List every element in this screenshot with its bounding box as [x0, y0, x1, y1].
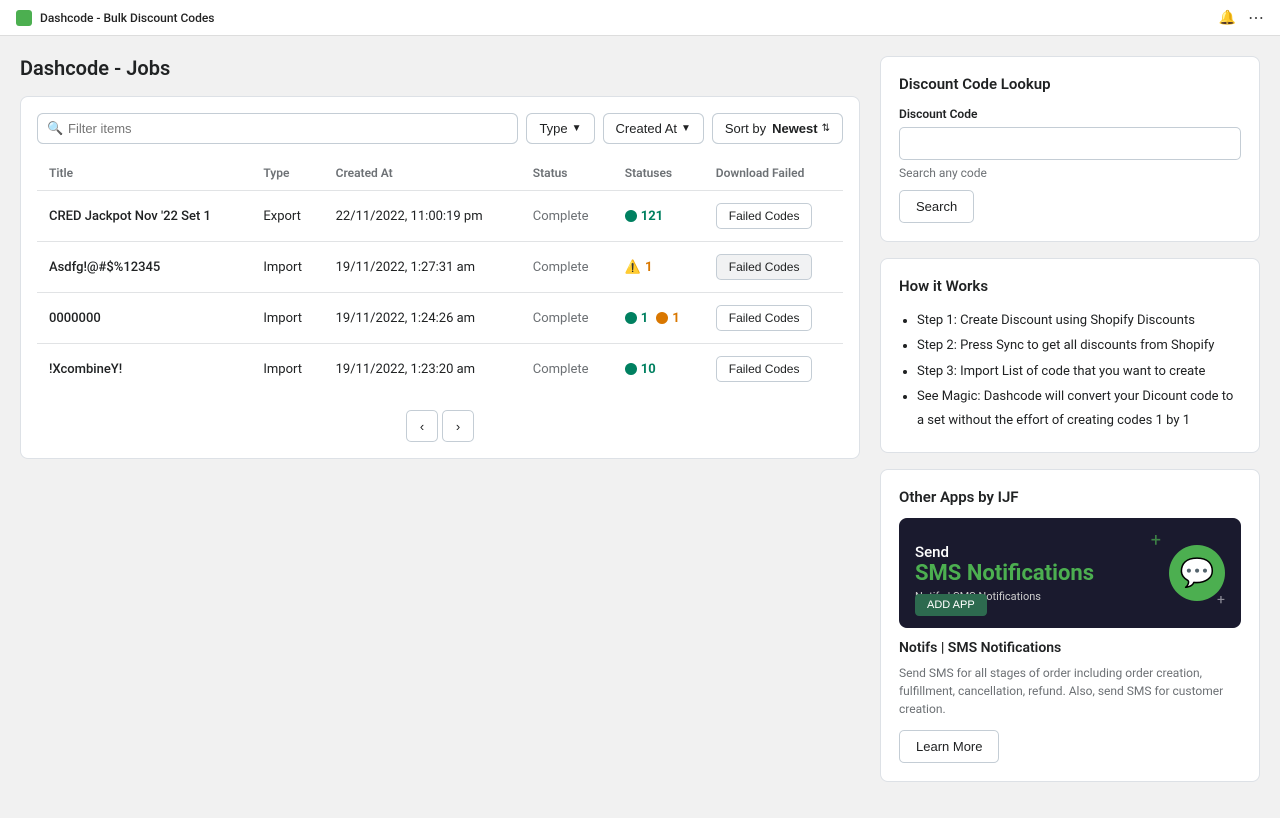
- bell-icon[interactable]: 🔔: [1219, 10, 1236, 26]
- created-at-filter-btn[interactable]: Created At ▼: [603, 113, 704, 144]
- row-statuses: 10: [613, 344, 704, 395]
- sms-banner: Send SMS Notifications Notifs | SMS Noti…: [899, 518, 1241, 628]
- sms-add-app-btn[interactable]: ADD APP: [915, 594, 987, 616]
- green-dot-icon: [625, 312, 637, 324]
- how-it-works-step: Step 1: Create Discount using Shopify Di…: [917, 309, 1241, 332]
- row-download-failed: Failed Codes: [704, 344, 843, 395]
- failed-codes-btn[interactable]: Failed Codes: [716, 356, 813, 382]
- page-wrapper: Dashcode - Jobs 🔍 Type ▼ Created At ▼ So…: [0, 36, 1280, 818]
- row-type: Import: [251, 242, 323, 293]
- how-it-works-list: Step 1: Create Discount using Shopify Di…: [899, 309, 1241, 432]
- row-type: Export: [251, 191, 323, 242]
- table-header-row: Title Type Created At Status Statuses Do…: [37, 156, 843, 191]
- row-created-at: 19/11/2022, 1:24:26 am: [324, 293, 521, 344]
- toolbar: 🔍 Type ▼ Created At ▼ Sort by Newest ⇅: [37, 113, 843, 144]
- chevron-down-icon: ▼: [572, 123, 582, 134]
- row-download-failed: Failed Codes: [704, 293, 843, 344]
- warning-icon: ⚠️: [625, 260, 641, 275]
- main-content: Dashcode - Jobs 🔍 Type ▼ Created At ▼ So…: [20, 56, 860, 798]
- row-title: 0000000: [37, 293, 251, 344]
- learn-more-btn[interactable]: Learn More: [899, 730, 999, 763]
- table-row: !XcombineY!Import19/11/2022, 1:23:20 amC…: [37, 344, 843, 395]
- jobs-card: 🔍 Type ▼ Created At ▼ Sort by Newest ⇅: [20, 96, 860, 459]
- col-statuses: Statuses: [613, 156, 704, 191]
- discount-code-input[interactable]: [899, 127, 1241, 160]
- chevron-updown-icon: ⇅: [822, 123, 830, 134]
- table-row: 0000000Import19/11/2022, 1:24:26 amCompl…: [37, 293, 843, 344]
- app-icon: [16, 10, 32, 26]
- sidebar: Discount Code Lookup Discount Code Searc…: [880, 56, 1260, 798]
- row-status: Complete: [521, 191, 613, 242]
- row-status: Complete: [521, 293, 613, 344]
- col-type: Type: [251, 156, 323, 191]
- pagination: ‹ ›: [37, 394, 843, 442]
- row-created-at: 19/11/2022, 1:27:31 am: [324, 242, 521, 293]
- search-wrapper: 🔍: [37, 113, 518, 144]
- row-title: CRED Jackpot Nov '22 Set 1: [37, 191, 251, 242]
- search-icon: 🔍: [47, 121, 63, 136]
- more-icon[interactable]: ⋯: [1248, 8, 1264, 27]
- col-title: Title: [37, 156, 251, 191]
- type-filter-btn[interactable]: Type ▼: [526, 113, 594, 144]
- sort-btn[interactable]: Sort by Newest ⇅: [712, 113, 843, 144]
- row-download-failed: Failed Codes: [704, 191, 843, 242]
- row-statuses: 11: [613, 293, 704, 344]
- how-it-works-step: Step 3: Import List of code that you wan…: [917, 360, 1241, 383]
- discount-code-label: Discount Code: [899, 107, 1241, 121]
- failed-codes-btn[interactable]: Failed Codes: [716, 254, 813, 280]
- row-download-failed: Failed Codes: [704, 242, 843, 293]
- row-status: Complete: [521, 242, 613, 293]
- how-it-works-section: How it Works Step 1: Create Discount usi…: [880, 258, 1260, 453]
- prev-page-btn[interactable]: ‹: [406, 410, 438, 442]
- discount-lookup-section: Discount Code Lookup Discount Code Searc…: [880, 56, 1260, 242]
- sms-send-text: Send: [915, 543, 1094, 561]
- other-apps-section: Other Apps by IJF Send SMS Notifications…: [880, 469, 1260, 782]
- table-row: Asdfg!@#$%12345Import19/11/2022, 1:27:31…: [37, 242, 843, 293]
- row-type: Import: [251, 293, 323, 344]
- row-created-at: 22/11/2022, 11:00:19 pm: [324, 191, 521, 242]
- notif-app-name: Notifs | SMS Notifications: [899, 640, 1241, 656]
- table-row: CRED Jackpot Nov '22 Set 1Export22/11/20…: [37, 191, 843, 242]
- sms-sms-text: SMS Notifications: [915, 561, 1094, 586]
- how-it-works-step: Step 2: Press Sync to get all discounts …: [917, 334, 1241, 357]
- discount-search-btn[interactable]: Search: [899, 190, 974, 223]
- discount-lookup-title: Discount Code Lookup: [899, 75, 1241, 93]
- other-apps-title: Other Apps by IJF: [899, 488, 1241, 506]
- col-download-failed: Download Failed: [704, 156, 843, 191]
- orange-circle-icon: [656, 312, 668, 324]
- top-bar: Dashcode - Bulk Discount Codes 🔔 ⋯: [0, 0, 1280, 36]
- failed-codes-btn[interactable]: Failed Codes: [716, 305, 813, 331]
- top-bar-right: 🔔 ⋯: [1219, 8, 1264, 27]
- search-helper-text: Search any code: [899, 166, 1241, 180]
- how-it-works-step: See Magic: Dashcode will convert your Di…: [917, 385, 1241, 432]
- row-created-at: 19/11/2022, 1:23:20 am: [324, 344, 521, 395]
- next-page-btn[interactable]: ›: [442, 410, 474, 442]
- plus-icon: +: [1151, 530, 1161, 551]
- green-dot-icon: [625, 363, 637, 375]
- row-status: Complete: [521, 344, 613, 395]
- row-title: !XcombineY!: [37, 344, 251, 395]
- page-title: Dashcode - Jobs: [20, 56, 860, 80]
- row-title: Asdfg!@#$%12345: [37, 242, 251, 293]
- row-statuses: 121: [613, 191, 704, 242]
- plus-icon-2: +: [1217, 592, 1225, 608]
- how-it-works-title: How it Works: [899, 277, 1241, 295]
- row-type: Import: [251, 344, 323, 395]
- col-status: Status: [521, 156, 613, 191]
- chevron-down-icon: ▼: [681, 123, 691, 134]
- row-statuses: ⚠️1: [613, 242, 704, 293]
- search-input[interactable]: [37, 113, 518, 144]
- app-title: Dashcode - Bulk Discount Codes: [40, 11, 214, 25]
- notif-app-desc: Send SMS for all stages of order includi…: [899, 664, 1241, 718]
- jobs-table: Title Type Created At Status Statuses Do…: [37, 156, 843, 394]
- failed-codes-btn[interactable]: Failed Codes: [716, 203, 813, 229]
- col-created-at: Created At: [324, 156, 521, 191]
- green-dot-icon: [625, 210, 637, 222]
